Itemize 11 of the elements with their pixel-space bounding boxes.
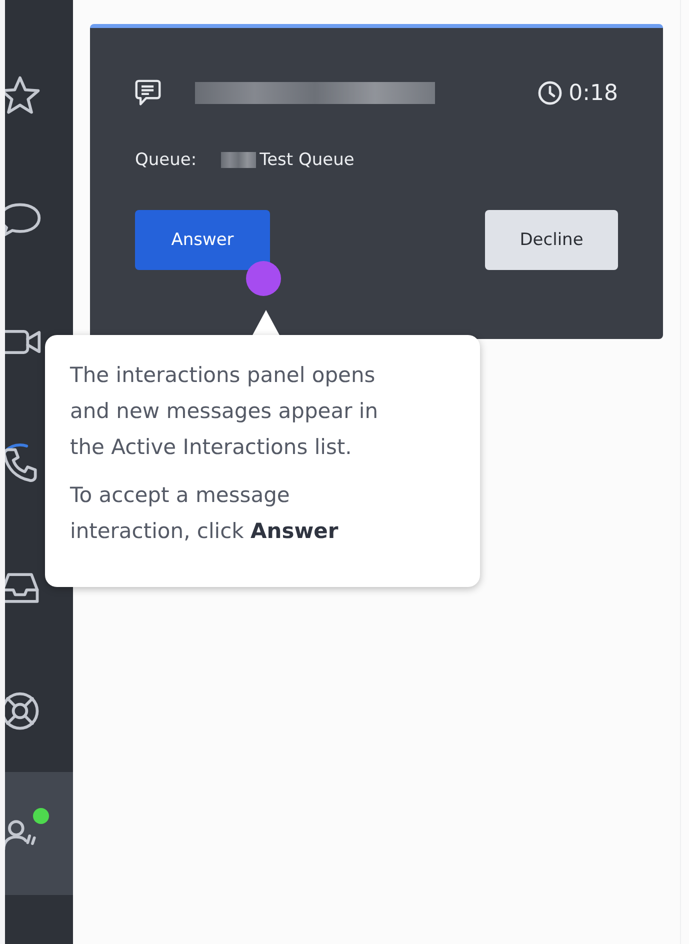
answer-button[interactable]: Answer <box>135 210 270 270</box>
decline-button[interactable]: Decline <box>485 210 618 270</box>
tooltip-text: The interactions panel opens and new messages appear in the Active Interactions list. <box>70 362 380 461</box>
queue-name: Test Queue <box>260 150 354 170</box>
message-icon <box>135 78 161 108</box>
tooltip-text: To accept a message interaction, click Answer <box>70 482 340 545</box>
status-dot <box>33 808 49 824</box>
queue-label: Queue: <box>135 150 197 170</box>
redacted-text <box>220 152 256 168</box>
elapsed-time: 0:18 <box>568 80 618 106</box>
clock-icon <box>536 80 563 106</box>
